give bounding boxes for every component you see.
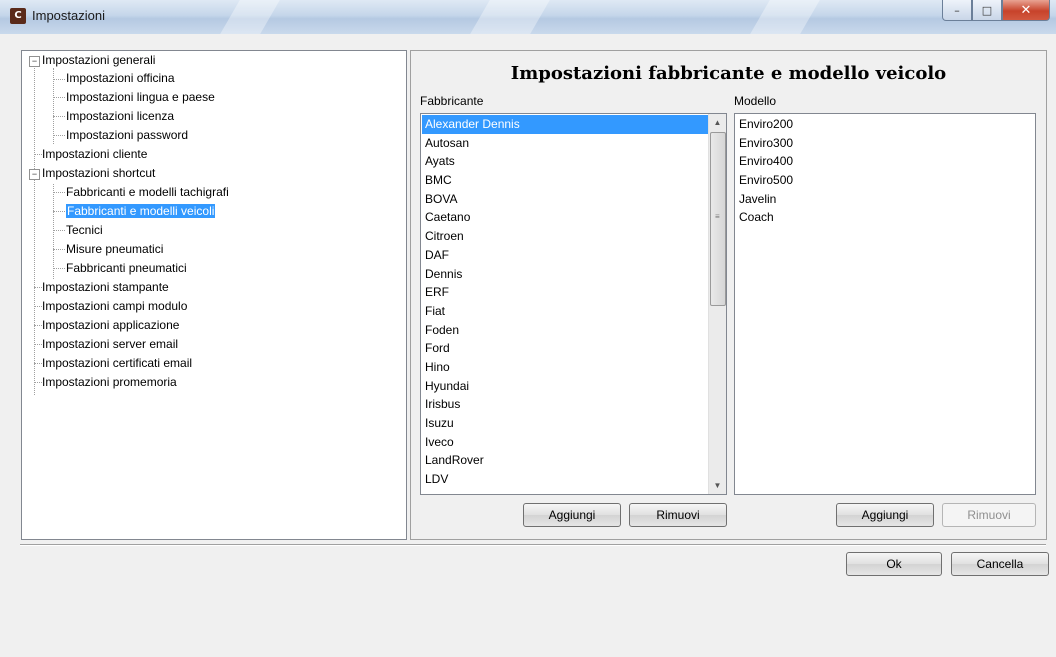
close-button[interactable]: ✕ [1002,0,1050,21]
model-list[interactable]: Enviro200 Enviro300 Enviro400 Enviro500 Jave… [734,113,1036,495]
collapse-generali-icon[interactable]: − [29,56,40,67]
tree-item-impostazioni-generali[interactable]: Impostazioni generali [42,52,155,69]
list-item[interactable]: Javelin [736,190,1034,209]
tree-item-fabbricanti-tachigrafi[interactable]: Fabbricanti e modelli tachigrafi [66,184,229,201]
settings-tree[interactable]: − Impostazioni generali Impostazioni off… [21,50,407,540]
list-item[interactable]: LandRover [422,451,708,470]
app-icon: C [10,8,26,24]
list-item[interactable]: Isuzu [422,414,708,433]
list-item[interactable]: BMC [422,171,708,190]
scroll-thumb[interactable]: ≡ [710,132,726,306]
scroll-up-icon[interactable]: ▲ [709,114,726,131]
cancel-button[interactable]: Cancella [951,552,1049,576]
list-item[interactable]: Ayats [422,152,708,171]
tree-item-impostazioni-applicazione[interactable]: Impostazioni applicazione [42,317,179,334]
remove-model-button[interactable]: Rimuovi [942,503,1036,527]
window-controls: – □ ✕ [942,0,1050,22]
list-item[interactable]: Alexander Dennis [422,115,708,134]
tree-item-impostazioni-certificati-email[interactable]: Impostazioni certificati email [42,355,192,372]
tree-item-impostazioni-server-email[interactable]: Impostazioni server email [42,336,178,353]
list-item[interactable]: Citroen [422,227,708,246]
title-bar[interactable]: C Impostazioni – □ ✕ [0,0,1056,34]
tree-item-impostazioni-lingua[interactable]: Impostazioni lingua e paese [66,89,215,106]
tree-item-tecnici[interactable]: Tecnici [66,222,103,239]
tree-item-impostazioni-shortcut[interactable]: Impostazioni shortcut [42,165,155,182]
list-item[interactable]: BOVA [422,190,708,209]
manufacturer-scrollbar[interactable]: ▲ ≡ ▼ [708,114,726,494]
list-item[interactable]: Ford [422,339,708,358]
settings-window: C Impostazioni – □ ✕ − Impostazioni gene… [0,0,1056,657]
remove-manufacturer-button[interactable]: Rimuovi [629,503,727,527]
list-item[interactable]: Hyundai [422,377,708,396]
list-item[interactable]: Enviro500 [736,171,1034,190]
list-item[interactable]: Fiat [422,302,708,321]
tree-item-fabbricanti-pneumatici[interactable]: Fabbricanti pneumatici [66,260,187,277]
model-label: Modello [734,94,777,108]
list-item[interactable]: Autosan [422,134,708,153]
footer-separator [20,544,1046,546]
minimize-button[interactable]: – [942,0,972,21]
list-item[interactable]: ERF [422,283,708,302]
manufacturer-list[interactable]: Alexander Dennis Autosan Ayats BMC BOVA Caeta… [420,113,727,495]
list-item[interactable]: Caetano [422,208,708,227]
collapse-shortcut-icon[interactable]: − [29,169,40,180]
list-item[interactable]: Dennis [422,265,708,284]
list-item[interactable]: Irisbus [422,395,708,414]
add-manufacturer-button[interactable]: Aggiungi [523,503,621,527]
add-model-button[interactable]: Aggiungi [836,503,934,527]
tree-item-impostazioni-officina[interactable]: Impostazioni officina [66,70,175,87]
list-item[interactable]: Foden [422,321,708,340]
manufacturer-label: Fabbricante [420,94,484,108]
vehicle-settings-panel: Impostazioni fabbricante e modello veico… [410,50,1047,540]
grip-icon: ≡ [715,212,720,221]
list-item[interactable]: LDV [422,470,708,489]
panel-title: Impostazioni fabbricante e modello veico… [510,63,947,84]
scroll-down-icon[interactable]: ▼ [709,477,726,494]
close-icon: ✕ [1020,2,1032,18]
tree-item-impostazioni-cliente[interactable]: Impostazioni cliente [42,146,147,163]
list-item[interactable]: Hino [422,358,708,377]
tree-item-impostazioni-campi-modulo[interactable]: Impostazioni campi modulo [42,298,187,315]
maximize-icon: □ [981,3,993,17]
tree-item-misure-pneumatici[interactable]: Misure pneumatici [66,241,163,258]
tree-item-impostazioni-stampante[interactable]: Impostazioni stampante [42,279,169,296]
list-item[interactable]: DAF [422,246,708,265]
ok-button[interactable]: Ok [846,552,942,576]
window-title: Impostazioni [32,8,105,23]
list-item[interactable]: Enviro200 [736,115,1034,134]
tree-item-impostazioni-promemoria[interactable]: Impostazioni promemoria [42,374,177,391]
list-item[interactable]: Enviro400 [736,152,1034,171]
list-item[interactable]: Enviro300 [736,134,1034,153]
tree-item-impostazioni-licenza[interactable]: Impostazioni licenza [66,108,174,125]
maximize-button[interactable]: □ [972,0,1002,21]
list-item[interactable]: Iveco [422,433,708,452]
tree-item-impostazioni-password[interactable]: Impostazioni password [66,127,188,144]
minimize-icon: – [954,3,960,17]
tree-item-fabbricanti-veicoli[interactable]: Fabbricanti e modelli veicoli [64,203,217,220]
list-item[interactable]: Coach [736,208,1034,227]
